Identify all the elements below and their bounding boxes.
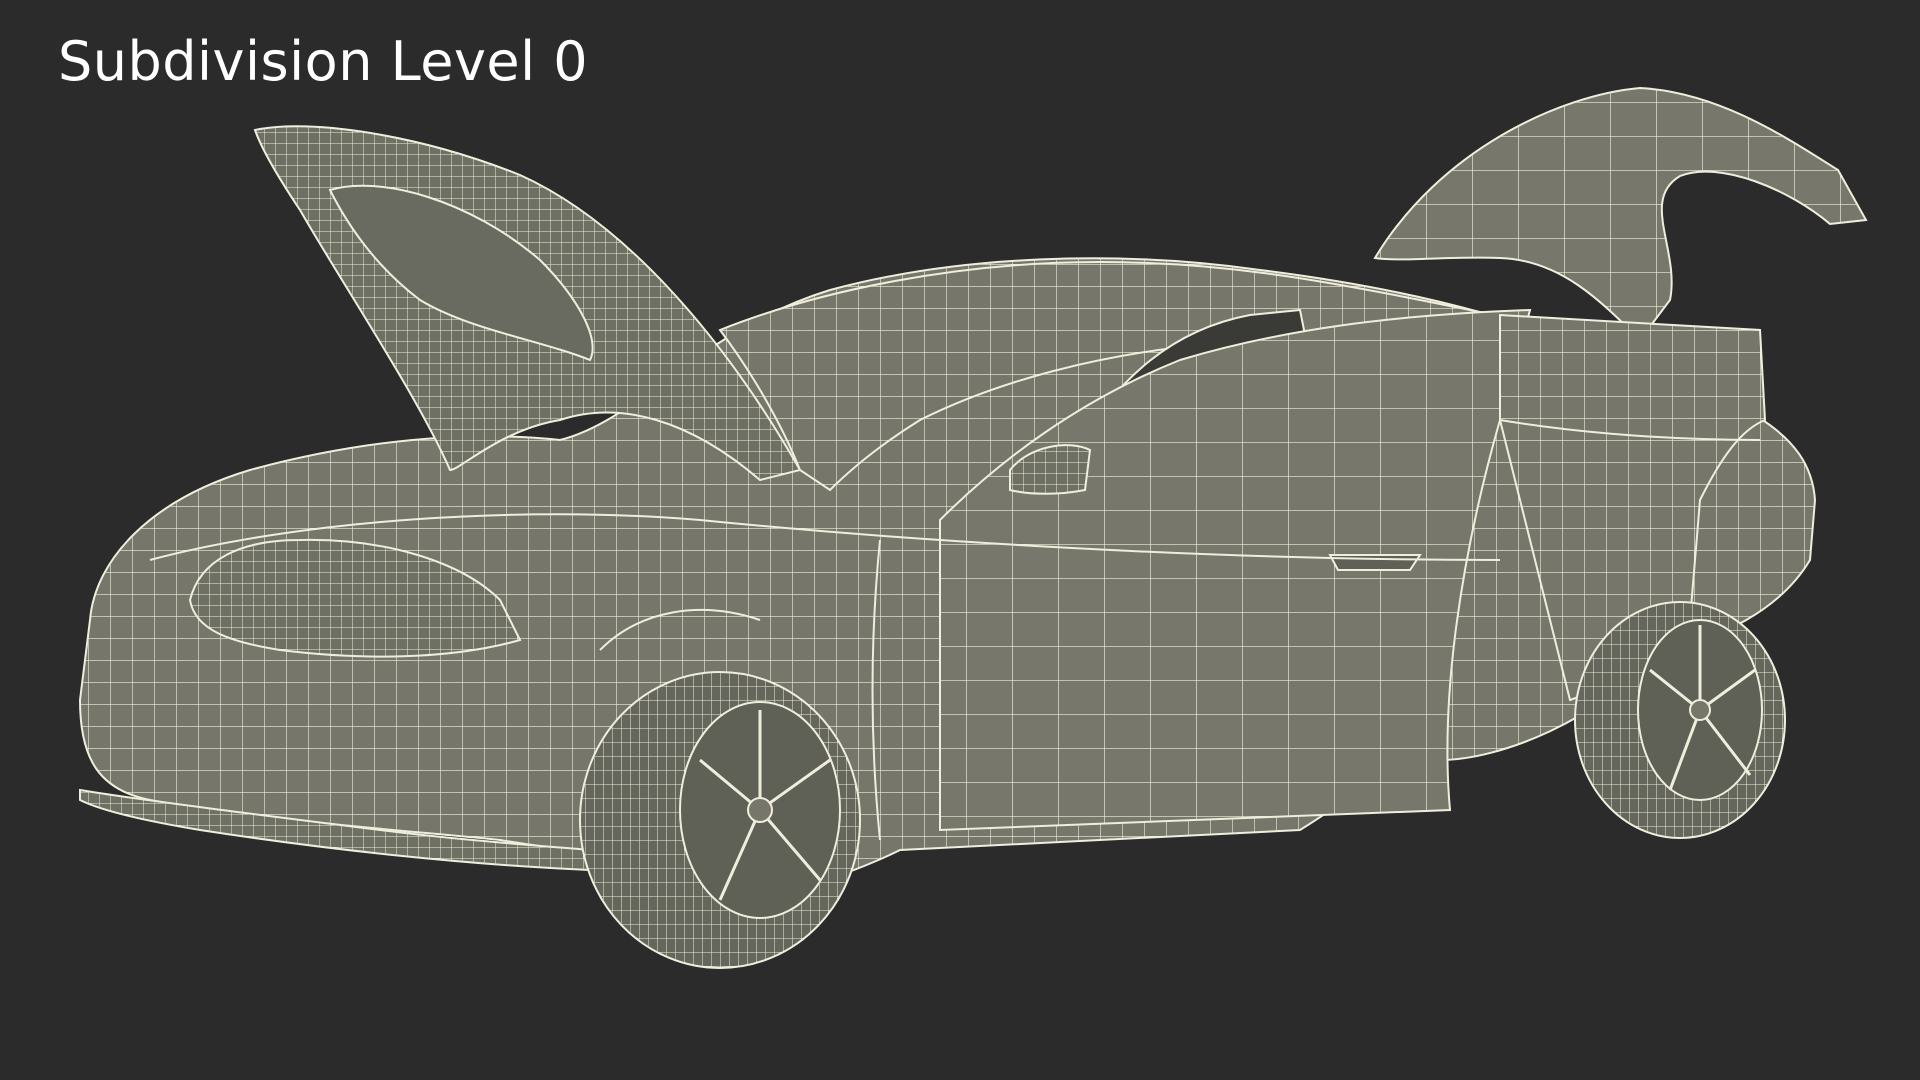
door-handle — [1328, 554, 1422, 571]
rear-wheel — [1574, 601, 1786, 839]
trunk-lid — [1373, 86, 1868, 342]
wireframe-car-render — [78, 86, 1868, 969]
render-viewport: Subdivision Level 0 — [0, 0, 1920, 1080]
front-wheel — [579, 671, 861, 969]
subdivision-caption: Subdivision Level 0 — [58, 30, 589, 93]
